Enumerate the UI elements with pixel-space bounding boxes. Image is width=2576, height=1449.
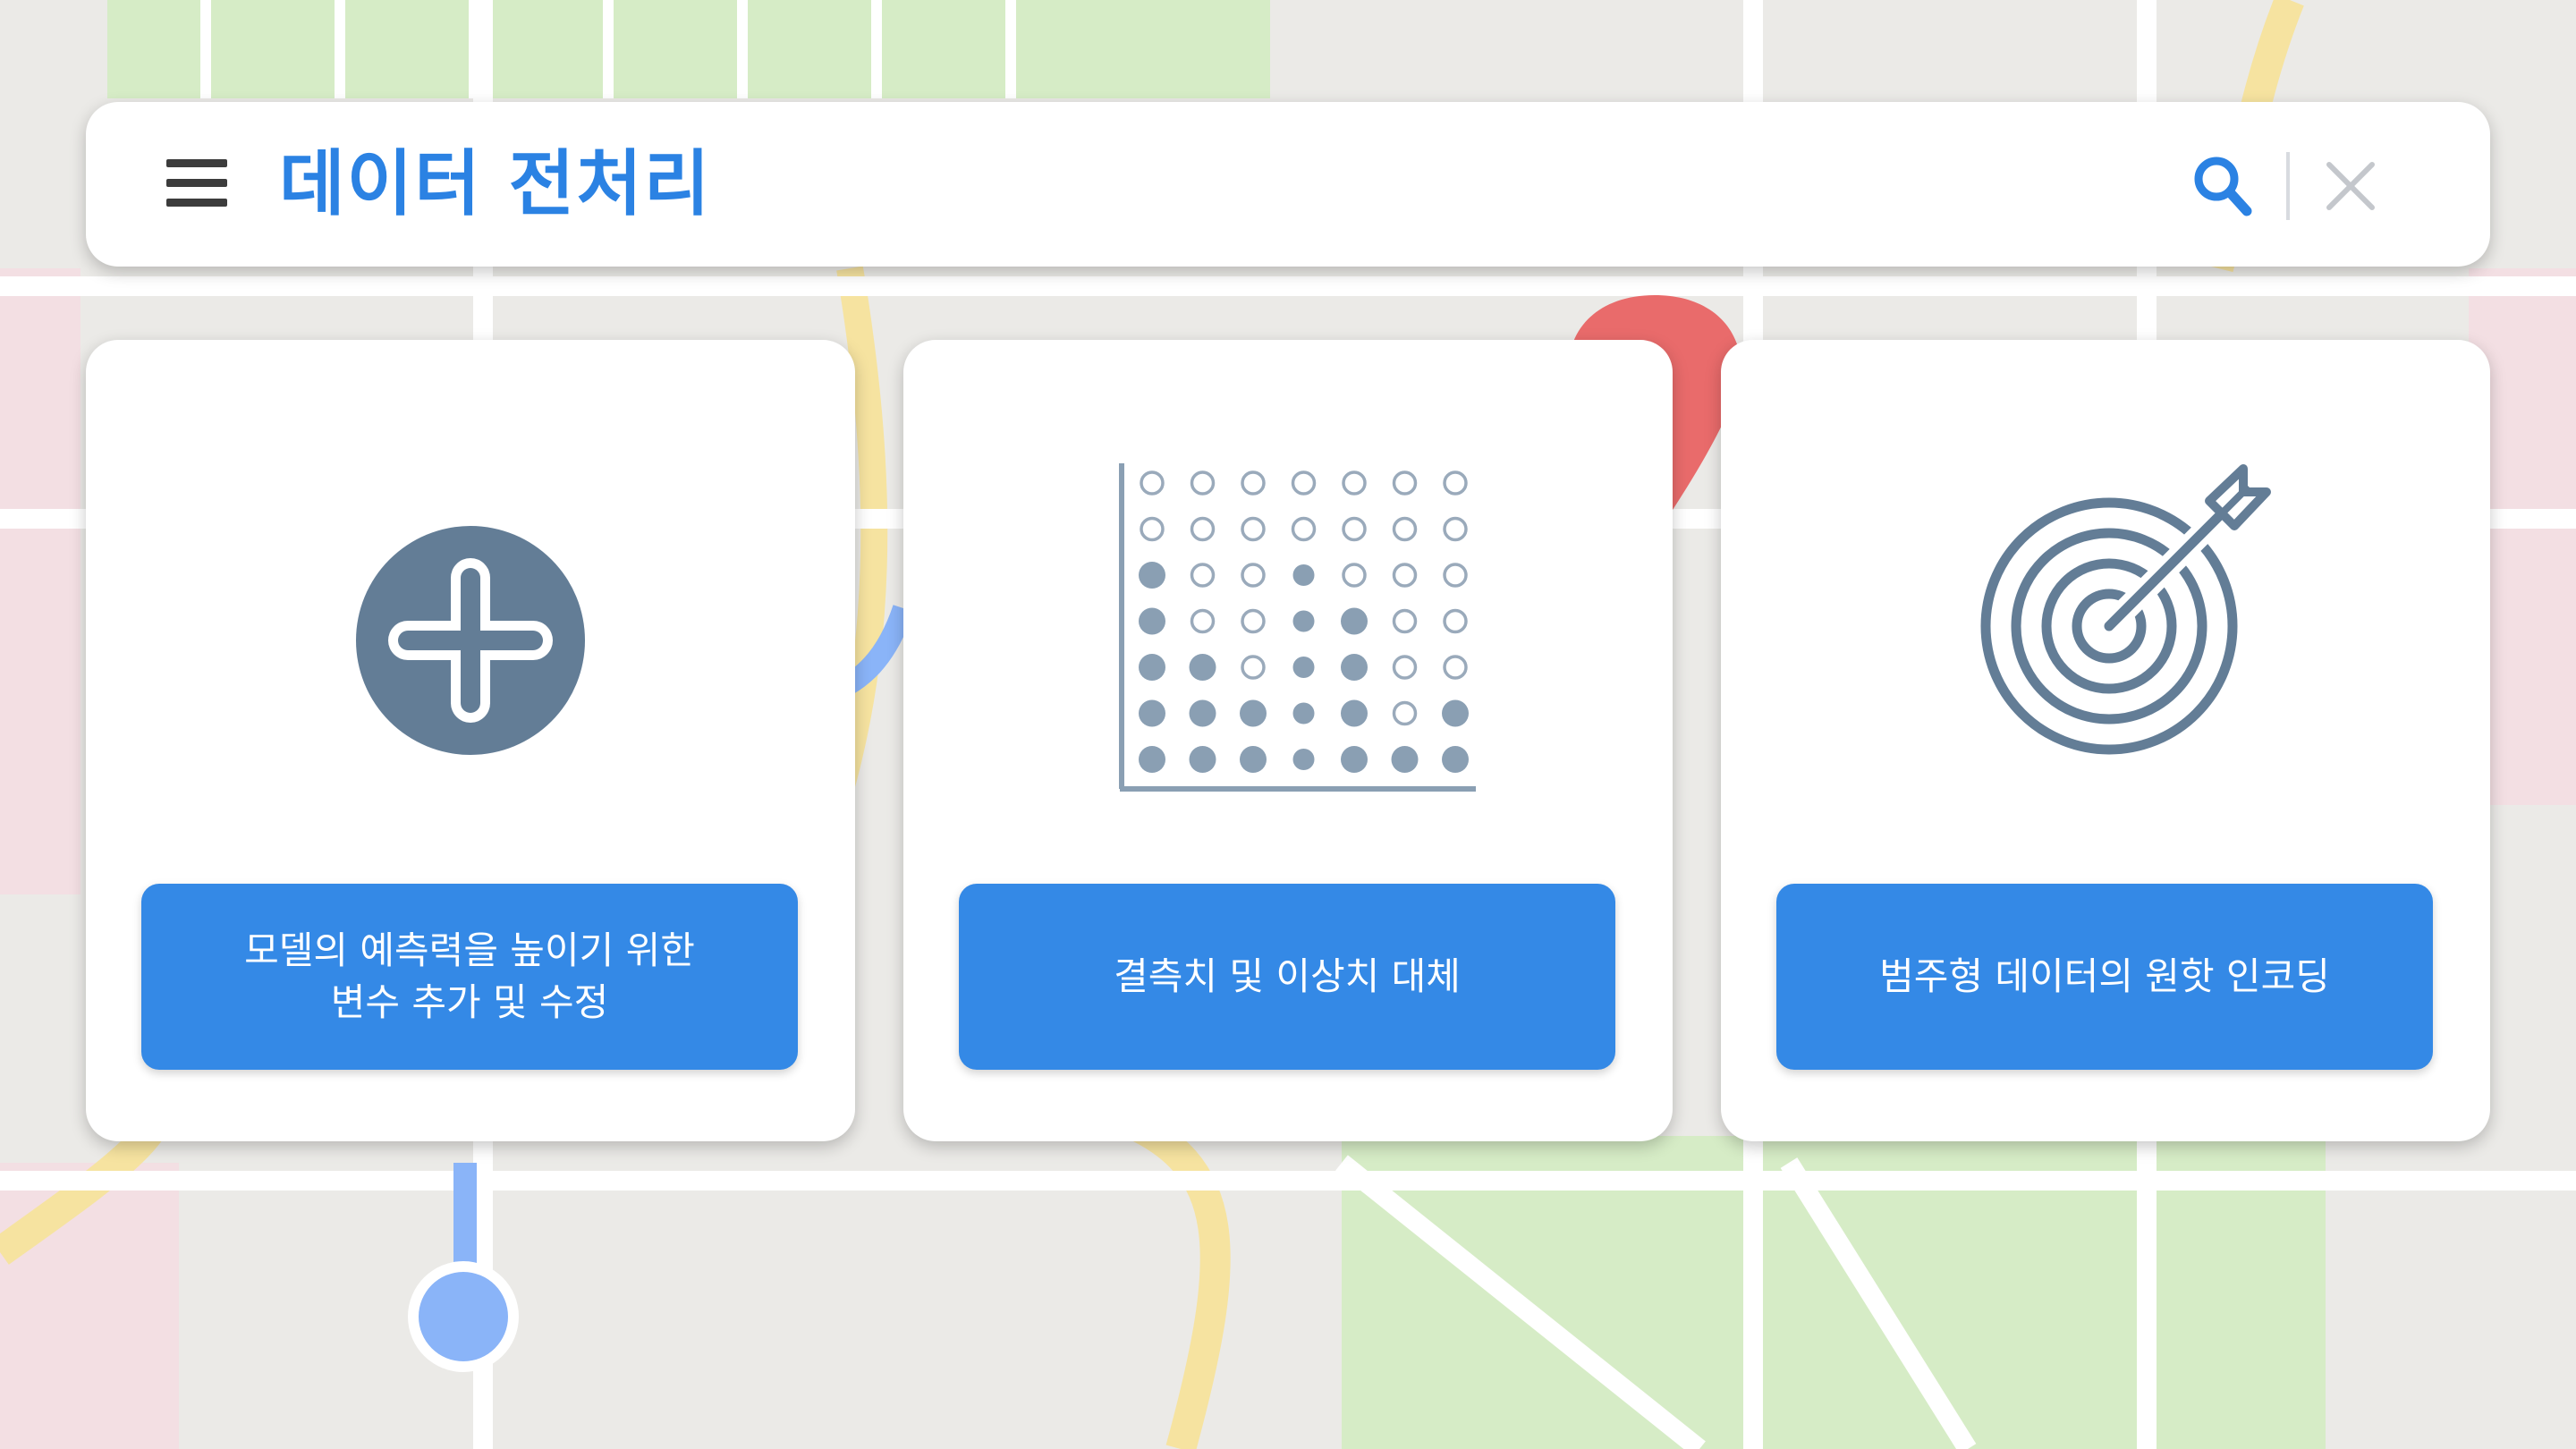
dot-matrix-dot bbox=[1442, 699, 1469, 727]
dot-matrix-dot bbox=[1341, 607, 1368, 635]
dot-matrix-dot bbox=[1342, 516, 1367, 542]
dot-matrix-dot bbox=[1190, 470, 1216, 496]
dot-matrix-dot bbox=[1443, 516, 1468, 542]
dot-matrix-dot bbox=[1190, 563, 1216, 588]
dot-matrix-dot bbox=[1442, 746, 1469, 773]
dot-matrix-dot bbox=[1189, 746, 1216, 773]
dot-matrix-dot bbox=[1342, 470, 1367, 496]
dot-matrix-dot bbox=[1392, 563, 1418, 588]
dot-matrix-dot bbox=[1342, 563, 1367, 588]
dot-matrix-dot bbox=[1241, 470, 1266, 496]
dot-matrix-dot bbox=[1139, 746, 1165, 773]
dot-matrix-dot bbox=[1341, 654, 1368, 681]
search-divider bbox=[2286, 152, 2290, 220]
add-variables-button[interactable]: 모델의 예측력을 높이기 위한 변수 추가 및 수정 bbox=[141, 884, 798, 1070]
dot-matrix-dot bbox=[1190, 516, 1216, 542]
dot-matrix-dot bbox=[1291, 470, 1317, 496]
dot-matrix-dot bbox=[1391, 746, 1419, 773]
dot-matrix-dot bbox=[1291, 516, 1317, 542]
dot-matrix-dot bbox=[1189, 699, 1216, 727]
card-missing-outliers: 결측치 및 이상치 대체 bbox=[903, 340, 1673, 1141]
card-one-hot-encoding: 범주형 데이터의 원핫 인코딩 bbox=[1721, 340, 2490, 1141]
dot-matrix-dot bbox=[1341, 699, 1368, 727]
dot-matrix-dot bbox=[1392, 608, 1418, 634]
dot-matrix-dot bbox=[1443, 563, 1468, 588]
one-hot-encoding-button-label: 범주형 데이터의 원핫 인코딩 bbox=[1879, 954, 2330, 998]
hamburger-menu-icon[interactable] bbox=[166, 159, 231, 209]
dot-matrix-dot bbox=[1392, 470, 1418, 496]
dot-matrix-dot bbox=[1241, 516, 1266, 542]
dot-matrix-dot bbox=[1292, 610, 1315, 632]
missing-outliers-button-label: 결측치 및 이상치 대체 bbox=[1114, 954, 1461, 998]
dot-matrix-dot bbox=[1140, 516, 1165, 542]
search-icon[interactable] bbox=[2190, 152, 2258, 220]
search-title[interactable]: 데이터 전처리 bbox=[279, 131, 711, 238]
dot-matrix-dot bbox=[1292, 564, 1315, 586]
plus-circle-icon bbox=[356, 526, 585, 755]
dot-matrix-dot bbox=[1189, 654, 1216, 681]
card-add-variables: 모델의 예측력을 높이기 위한 변수 추가 및 수정 bbox=[86, 340, 855, 1141]
one-hot-encoding-button[interactable]: 범주형 데이터의 원핫 인코딩 bbox=[1776, 884, 2433, 1070]
dot-matrix-dot bbox=[1139, 699, 1165, 727]
dot-matrix-dot bbox=[1240, 699, 1267, 727]
dot-matrix-dot bbox=[1392, 700, 1418, 726]
dot-matrix-dot bbox=[1443, 655, 1468, 680]
dot-matrix-dot bbox=[1241, 608, 1266, 634]
dot-matrix-dot bbox=[1139, 654, 1165, 681]
dot-matrix-dot bbox=[1292, 702, 1315, 724]
dot-matrix-dot bbox=[1292, 749, 1315, 770]
dot-matrix-dot bbox=[1240, 746, 1267, 773]
dot-matrix-dot bbox=[1140, 470, 1165, 496]
dot-matrix-dot bbox=[1443, 470, 1468, 496]
dot-matrix-dot bbox=[1139, 607, 1165, 635]
dot-matrix-dot bbox=[1292, 657, 1315, 678]
dot-matrix-dot bbox=[1392, 516, 1418, 542]
dot-matrix-chart-icon bbox=[1119, 463, 1476, 792]
close-icon[interactable] bbox=[2322, 157, 2379, 215]
dot-matrix-dot bbox=[1392, 655, 1418, 680]
dot-matrix-dot bbox=[1139, 562, 1165, 589]
dot-matrix-dot bbox=[1341, 746, 1368, 773]
target-arrow-icon bbox=[1980, 464, 2271, 755]
dot-matrix-dot bbox=[1190, 608, 1216, 634]
dot-matrix-dot bbox=[1241, 655, 1266, 680]
add-variables-button-label: 모델의 예측력을 높이기 위한 변수 추가 및 수정 bbox=[244, 928, 695, 1024]
missing-outliers-button[interactable]: 결측치 및 이상치 대체 bbox=[959, 884, 1615, 1070]
dot-matrix-dot bbox=[1241, 563, 1266, 588]
dot-matrix-dot bbox=[1443, 608, 1468, 634]
